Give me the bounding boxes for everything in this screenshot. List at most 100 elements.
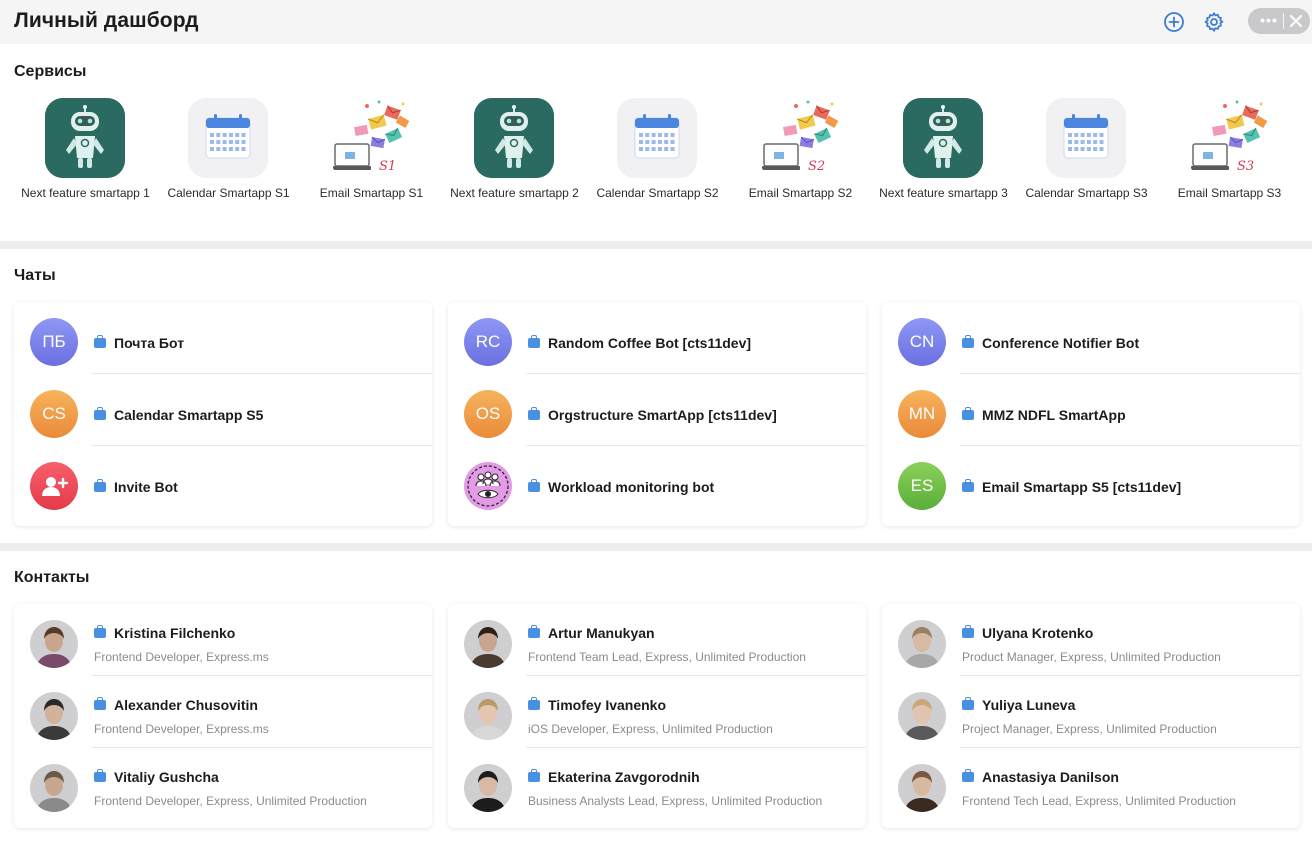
contact-name: Anastasiya Danilson (982, 769, 1119, 785)
service-label: Calendar Smartapp S3 (1025, 186, 1148, 200)
avatar (30, 620, 78, 668)
calendar-icon (188, 98, 268, 178)
chat-name: Calendar Smartapp S5 (114, 407, 264, 423)
chat-row[interactable]: CS Calendar Smartapp S5 (14, 374, 432, 446)
chat-name: Invite Bot (114, 479, 178, 495)
svg-text:S3: S3 (1237, 159, 1254, 174)
service-tile[interactable]: Next feature smartapp 3 (871, 98, 1016, 208)
add-user-icon (30, 462, 78, 510)
service-tile[interactable]: S1 Email Smartapp S1 (299, 98, 444, 208)
briefcase-icon (528, 697, 540, 710)
contacts-card: Ulyana Krotenko Product Manager, Express,… (882, 604, 1300, 828)
briefcase-icon (962, 697, 974, 710)
avatar (30, 764, 78, 812)
contact-role: iOS Developer, Express, Unlimited Produc… (528, 722, 773, 736)
chat-row[interactable]: OS Orgstructure SmartApp [cts11dev] (448, 374, 866, 446)
services-section-title: Сервисы (14, 63, 87, 80)
section-divider (0, 543, 1312, 551)
contact-name: Artur Manukyan (548, 625, 655, 641)
briefcase-icon (962, 407, 974, 420)
svg-text:S1: S1 (379, 159, 396, 174)
email-icon: S1 (331, 98, 411, 178)
chats-card: ПБ Почта Бот CS Calendar Smartapp S5 Invite … (14, 302, 432, 526)
contact-role: Frontend Team Lead, Express, Unlimited P… (528, 650, 806, 664)
service-label: Next feature smartapp 2 (450, 186, 579, 200)
avatar-initials: CN (898, 318, 946, 366)
service-tile[interactable]: Calendar Smartapp S3 (1014, 98, 1159, 208)
briefcase-icon (528, 407, 540, 420)
avatar-initials: MN (898, 390, 946, 438)
service-tile[interactable]: S2 Email Smartapp S2 (728, 98, 873, 208)
chat-row[interactable]: Invite Bot (14, 446, 432, 518)
service-tile[interactable]: S3 Email Smartapp S3 (1157, 98, 1302, 208)
briefcase-icon (962, 479, 974, 492)
briefcase-icon (962, 769, 974, 782)
gear-icon[interactable] (1202, 10, 1226, 34)
service-label: Email Smartapp S2 (748, 186, 853, 200)
contact-role: Product Manager, Express, Unlimited Prod… (962, 650, 1221, 664)
contact-role: Business Analysts Lead, Express, Unlimit… (528, 794, 823, 808)
contact-role: Frontend Developer, Express.ms (94, 722, 269, 736)
contacts-section-title: Контакты (14, 569, 90, 586)
chat-name: Почта Бот (114, 335, 185, 351)
chat-row[interactable]: RC Random Coffee Bot [cts11dev] (448, 302, 866, 374)
chat-row[interactable]: ПБ Почта Бот (14, 302, 432, 374)
contact-row[interactable]: Yuliya Luneva Project Manager, Express, U… (882, 676, 1300, 748)
briefcase-icon (962, 335, 974, 348)
avatar-initials: CS (30, 390, 78, 438)
chats-card: RC Random Coffee Bot [cts11dev] OS Orgstruc… (448, 302, 866, 526)
robot-icon (903, 98, 983, 178)
contact-row[interactable]: Artur Manukyan Frontend Team Lead, Expres… (448, 604, 866, 676)
contact-name: Timofey Ivanenko (548, 697, 667, 713)
email-icon: S2 (760, 98, 840, 178)
chat-name: Workload monitoring bot (548, 479, 715, 495)
briefcase-icon (94, 335, 106, 348)
chat-name: Email Smartapp S5 [cts11dev] (982, 479, 1182, 495)
briefcase-icon (528, 479, 540, 492)
avatar-initials: ES (898, 462, 946, 510)
briefcase-icon (94, 625, 106, 638)
contact-name: Vitaliy Gushcha (114, 769, 219, 785)
add-circle-icon[interactable] (1162, 10, 1186, 34)
chat-name: Random Coffee Bot [cts11dev] (548, 335, 752, 351)
service-tile[interactable]: Calendar Smartapp S1 (156, 98, 301, 208)
contact-row[interactable]: Timofey Ivanenko iOS Developer, Express, … (448, 676, 866, 748)
chats-section-title: Чаты (14, 267, 56, 284)
contact-name: Alexander Chusovitin (114, 697, 258, 713)
service-label: Next feature smartapp 1 (21, 186, 150, 200)
contact-role: Frontend Developer, Express.ms (94, 650, 269, 664)
briefcase-icon (94, 407, 106, 420)
contact-role: Project Manager, Express, Unlimited Prod… (962, 722, 1217, 736)
service-label: Email Smartapp S1 (319, 186, 424, 200)
chat-row[interactable]: CN Conference Notifier Bot (882, 302, 1300, 374)
briefcase-icon (94, 697, 106, 710)
window-controls: ••• (1248, 8, 1310, 34)
team-eye-icon (464, 462, 512, 510)
avatar (898, 620, 946, 668)
chat-row[interactable]: Workload monitoring bot (448, 446, 866, 518)
avatar (464, 692, 512, 740)
service-tile[interactable]: Next feature smartapp 2 (442, 98, 587, 208)
briefcase-icon (528, 625, 540, 638)
contact-role: Frontend Developer, Express, Unlimited P… (94, 794, 367, 808)
contact-row[interactable]: Anastasiya Danilson Frontend Tech Lead, E… (882, 748, 1300, 820)
contact-row[interactable]: Kristina Filchenko Frontend Developer, Ex… (14, 604, 432, 676)
chat-row[interactable]: ES Email Smartapp S5 [cts11dev] (882, 446, 1300, 518)
contacts-card: Kristina Filchenko Frontend Developer, Ex… (14, 604, 432, 828)
avatar (898, 692, 946, 740)
close-icon[interactable] (1286, 11, 1306, 31)
service-tile[interactable]: Next feature smartapp 1 (13, 98, 158, 208)
chat-row[interactable]: MN MMZ NDFL SmartApp (882, 374, 1300, 446)
contact-role: Frontend Tech Lead, Express, Unlimited P… (962, 794, 1236, 808)
contact-row[interactable]: Alexander Chusovitin Frontend Developer, … (14, 676, 432, 748)
avatar-initials: OS (464, 390, 512, 438)
contacts-card: Artur Manukyan Frontend Team Lead, Expres… (448, 604, 866, 828)
contact-row[interactable]: Ekaterina Zavgorodnih Business Analysts L… (448, 748, 866, 820)
more-dots-icon[interactable]: ••• (1256, 11, 1282, 31)
contact-row[interactable]: Ulyana Krotenko Product Manager, Express,… (882, 604, 1300, 676)
service-tile[interactable]: Calendar Smartapp S2 (585, 98, 730, 208)
window-controls-separator (1283, 13, 1284, 29)
contact-row[interactable]: Vitaliy Gushcha Frontend Developer, Expre… (14, 748, 432, 820)
avatar-initials: ПБ (30, 318, 78, 366)
avatar (464, 764, 512, 812)
